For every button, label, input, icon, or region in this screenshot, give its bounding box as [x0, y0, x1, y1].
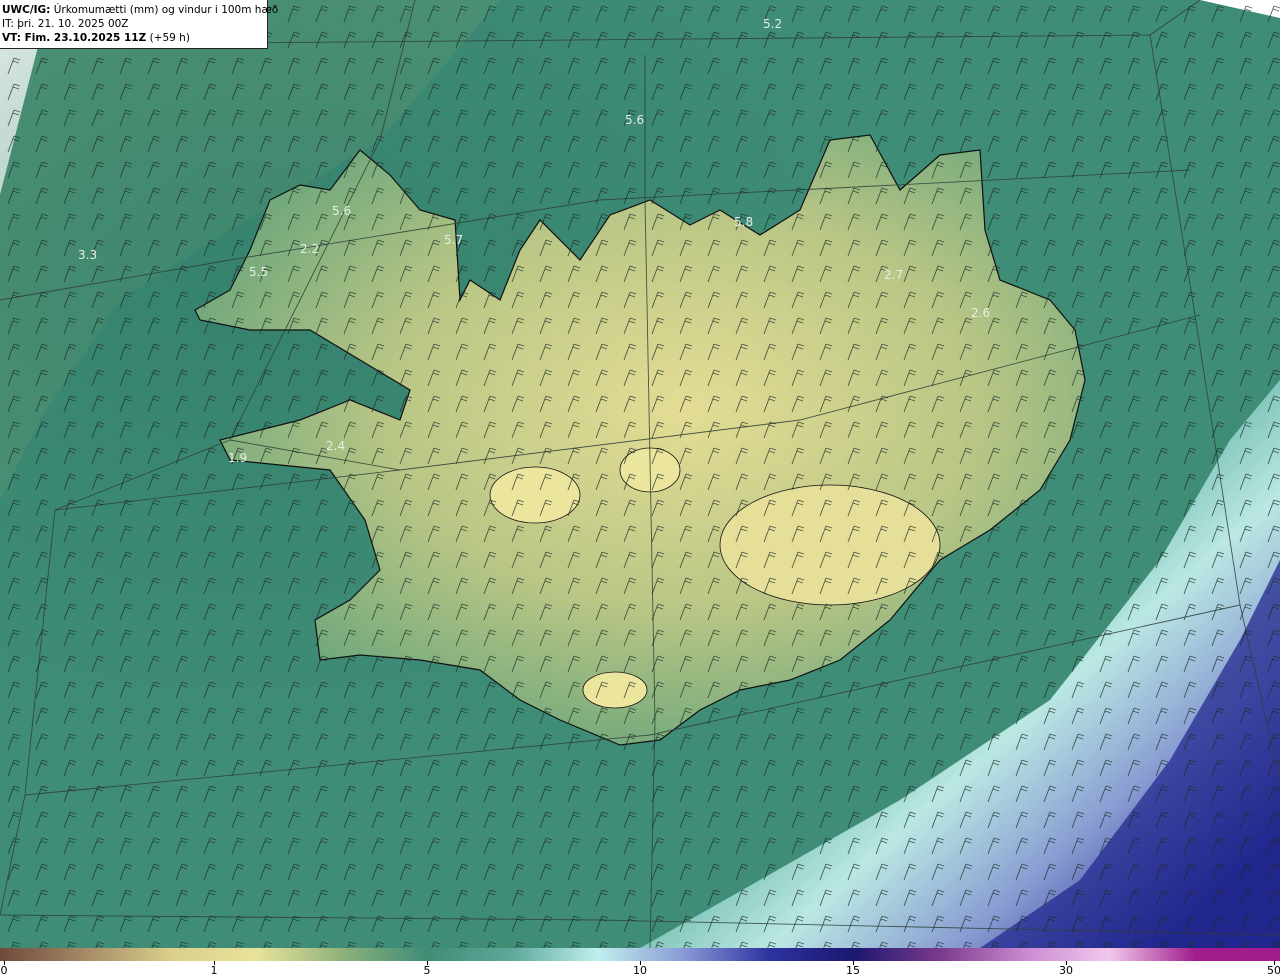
- colorbar-segment: [682, 948, 769, 961]
- colorbar-segment: [768, 948, 854, 961]
- init-time: IT: þri. 21. 10. 2025 00Z: [2, 18, 129, 30]
- colorbar-strip: [0, 948, 1280, 961]
- colorbar-label: 0: [0, 964, 8, 977]
- model-label: UWC/IG:: [2, 4, 51, 16]
- colorbar-segment: [1024, 948, 1110, 961]
- value-label: 5.8: [734, 215, 753, 229]
- colorbar-label: 50: [1267, 964, 1280, 977]
- colorbar-segment: [597, 948, 684, 961]
- title-row: UWC/IG: Úrkomumætti (mm) og vindur i 100…: [2, 3, 278, 17]
- wind-barbs: [0, 0, 1280, 948]
- value-label: 5.6: [332, 204, 351, 218]
- colorbar-segment: [0, 948, 86, 961]
- value-label: 2.2: [300, 242, 319, 256]
- valid-time-row: VT: Fim. 23.10.2025 11Z (+59 h): [2, 31, 267, 45]
- valid-time: VT: Fim. 23.10.2025 11Z: [2, 32, 147, 44]
- value-label: 3.3: [78, 248, 97, 262]
- colorbar-segment: [256, 948, 342, 961]
- weather-map[interactable]: 5.2 5.6 5.6 5.7 5.8 3.3 5.5 2.2 2.7 2.6 …: [0, 0, 1280, 948]
- colorbar-segment: [170, 948, 257, 961]
- colorbar-label: 10: [633, 964, 647, 977]
- value-label: 5.7: [444, 233, 463, 247]
- colorbar-label: 30: [1059, 964, 1073, 977]
- lead-time: (+59 h): [149, 32, 190, 44]
- colorbar-segment: [938, 948, 1025, 961]
- colorbar-label: 15: [846, 964, 860, 977]
- colorbar-label: 5: [423, 964, 431, 977]
- colorbar: 0 1 5 10 15 30 50: [0, 948, 1280, 978]
- colorbar-segment: [85, 948, 172, 961]
- colorbar-label: 1: [210, 964, 218, 977]
- colorbar-segment: [853, 948, 940, 961]
- product-title: Úrkomumætti (mm) og vindur i 100m hæð: [53, 4, 279, 16]
- colorbar-segment: [341, 948, 428, 961]
- value-label: 5.5: [249, 265, 268, 279]
- colorbar-segment: [1194, 948, 1280, 961]
- colorbar-segment: [426, 948, 513, 961]
- value-label: 1.9: [228, 451, 247, 465]
- value-label: 5.2: [763, 17, 782, 31]
- value-label: 2.6: [971, 306, 990, 320]
- colorbar-segment: [512, 948, 598, 961]
- value-label: 2.7: [884, 268, 903, 282]
- colorbar-segment: [1109, 948, 1196, 961]
- map-info-box: UWC/IG: Úrkomumætti (mm) og vindur i 100…: [0, 0, 278, 49]
- map-area[interactable]: 5.2 5.6 5.6 5.7 5.8 3.3 5.5 2.2 2.7 2.6 …: [0, 0, 1280, 948]
- value-label: 5.6: [625, 113, 644, 127]
- value-label: 2.4: [326, 439, 345, 453]
